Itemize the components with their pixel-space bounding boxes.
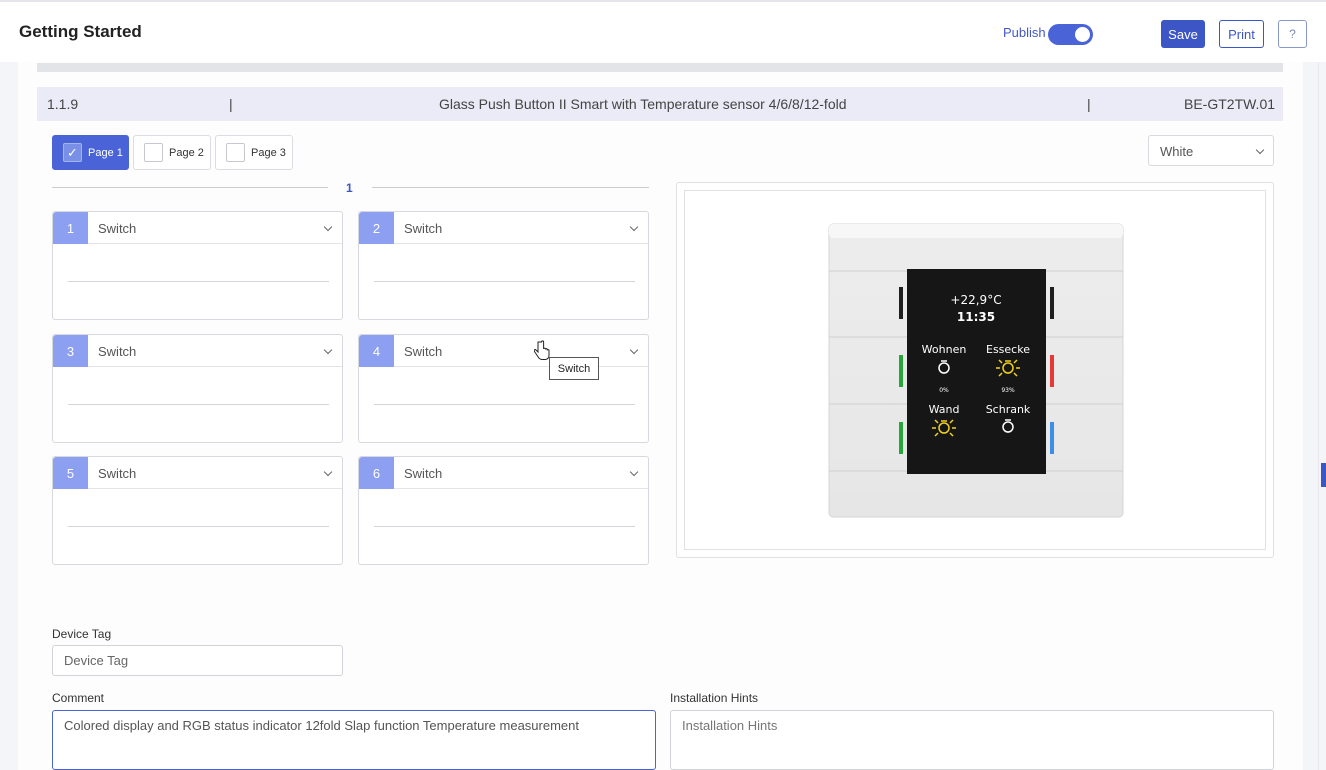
color-select[interactable]: White	[1148, 135, 1274, 166]
button-card-header[interactable]: 4 Switch	[359, 335, 648, 367]
device-address: 1.1.9	[47, 96, 79, 112]
chevron-down-icon	[323, 345, 333, 355]
device-code: BE-GT2TW.01	[1184, 96, 1276, 112]
led-indicator	[1050, 355, 1054, 387]
button-card: 4 Switch	[358, 334, 649, 443]
chevron-down-icon	[629, 345, 639, 355]
card-field-line	[374, 404, 635, 405]
led-indicator	[1050, 287, 1054, 319]
card-field-line	[374, 526, 635, 527]
button-card: 2 Switch	[358, 211, 649, 320]
button-card-header[interactable]: 6 Switch	[359, 457, 648, 489]
section-number: 1	[346, 181, 353, 195]
scrollbar-thumb[interactable]	[1321, 463, 1326, 487]
button-number: 3	[53, 335, 88, 367]
hand-cursor-icon	[534, 340, 550, 360]
button-card: 3 Switch	[52, 334, 343, 443]
function-select[interactable]: Switch	[98, 344, 136, 359]
device-name: Glass Push Button II Smart with Temperat…	[439, 96, 847, 112]
device-tag-label: Device Tag	[52, 627, 112, 641]
button-card: 1 Switch	[52, 211, 343, 320]
function-select[interactable]: Switch	[404, 221, 442, 236]
display-value: 0%	[939, 387, 949, 394]
chevron-down-icon	[323, 467, 333, 477]
checkbox[interactable]: ✓	[63, 143, 82, 162]
check-icon: ✓	[67, 144, 78, 160]
chevron-down-icon	[323, 222, 333, 232]
tab-label: Page 1	[88, 146, 123, 159]
tab-label: Page 2	[169, 146, 204, 159]
header-separator: |	[1087, 96, 1091, 112]
display-time: 11:35	[957, 310, 995, 324]
button-number: 4	[359, 335, 394, 367]
publish-toggle[interactable]	[1048, 24, 1093, 45]
function-select[interactable]: Switch	[404, 466, 442, 481]
button-card: 6 Switch	[358, 456, 649, 565]
toggle-knob	[1075, 27, 1090, 42]
led-indicator	[1050, 422, 1054, 454]
display-label: Essecke	[986, 343, 1030, 356]
device-header: 1.1.9 | Glass Push Button II Smart with …	[37, 87, 1283, 121]
chevron-down-icon	[1255, 145, 1265, 155]
checkbox[interactable]	[226, 143, 245, 162]
help-button[interactable]: ?	[1278, 20, 1307, 48]
button-number: 5	[53, 457, 88, 489]
tooltip: Switch	[549, 357, 599, 380]
top-bar: Getting Started Publish Save Print ?	[0, 0, 1326, 62]
display-label: Schrank	[986, 403, 1031, 416]
tab-label: Page 3	[251, 146, 286, 159]
display-value: 93%	[1001, 387, 1015, 394]
installation-hints-textarea[interactable]: Installation Hints	[670, 710, 1274, 770]
comment-textarea[interactable]: Colored display and RGB status indicator…	[52, 710, 656, 770]
header-separator: |	[229, 96, 233, 112]
function-select[interactable]: Switch	[98, 221, 136, 236]
checkbox[interactable]	[144, 143, 163, 162]
save-button[interactable]: Save	[1161, 20, 1205, 48]
card-field-line	[68, 404, 329, 405]
tab-page-3[interactable]: Page 3	[215, 135, 293, 170]
display-temperature: +22,9°C	[950, 293, 1001, 307]
section-divider	[372, 187, 649, 188]
section-divider	[52, 187, 328, 188]
card-field-line	[374, 281, 635, 282]
device-preview: +22,9°C 11:35 Wohnen Essecke Wand Schran…	[684, 190, 1266, 550]
led-indicator	[899, 287, 903, 319]
button-card-header[interactable]: 1 Switch	[53, 212, 342, 244]
scrollbar-track	[1318, 62, 1319, 770]
button-card-header[interactable]: 5 Switch	[53, 457, 342, 489]
function-select[interactable]: Switch	[404, 344, 442, 359]
publish-label: Publish	[1003, 25, 1046, 40]
chevron-down-icon	[629, 222, 639, 232]
button-number: 1	[53, 212, 88, 244]
function-select[interactable]: Switch	[98, 466, 136, 481]
button-card-header[interactable]: 2 Switch	[359, 212, 648, 244]
button-number: 2	[359, 212, 394, 244]
device-tag-input[interactable]: Device Tag	[52, 645, 343, 676]
led-indicator	[899, 355, 903, 387]
print-button[interactable]: Print	[1219, 20, 1264, 48]
card-field-line	[68, 281, 329, 282]
button-number: 6	[359, 457, 394, 489]
comment-label: Comment	[52, 691, 105, 705]
page-title: Getting Started	[19, 22, 142, 41]
button-card: 5 Switch	[52, 456, 343, 565]
display-label: Wohnen	[922, 343, 967, 356]
display-label: Wand	[929, 403, 960, 416]
installation-hints-label: Installation Hints	[670, 691, 759, 705]
card-field-line	[68, 526, 329, 527]
led-indicator	[899, 422, 903, 454]
tab-page-2[interactable]: Page 2	[133, 135, 211, 170]
button-card-header[interactable]: 3 Switch	[53, 335, 342, 367]
chevron-down-icon	[629, 467, 639, 477]
tab-page-1[interactable]: ✓ Page 1	[52, 135, 129, 170]
glass-push-button-image: +22,9°C 11:35 Wohnen Essecke Wand Schran…	[828, 223, 1124, 518]
divider-strip	[37, 63, 1283, 72]
color-select-value: White	[1160, 144, 1194, 159]
